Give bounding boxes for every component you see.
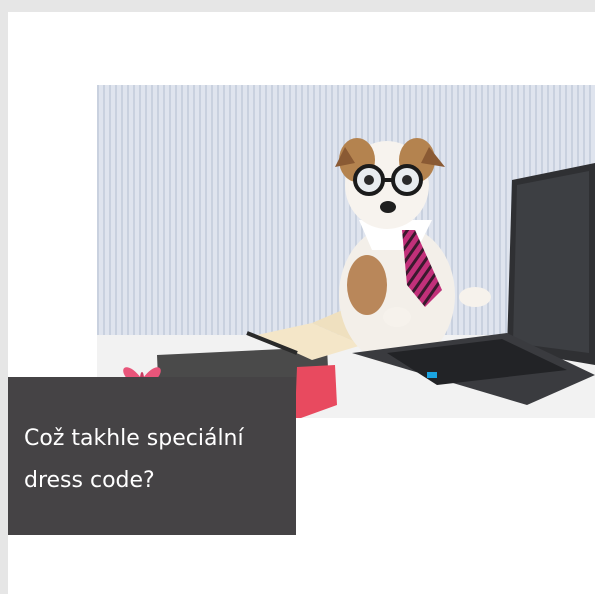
caption-line-2: dress code? [24, 468, 155, 493]
article-photo [97, 85, 595, 418]
caption-line-1: Což takhle speciální [24, 426, 244, 451]
article-caption[interactable]: Což takhle speciální dress code? [24, 418, 292, 502]
